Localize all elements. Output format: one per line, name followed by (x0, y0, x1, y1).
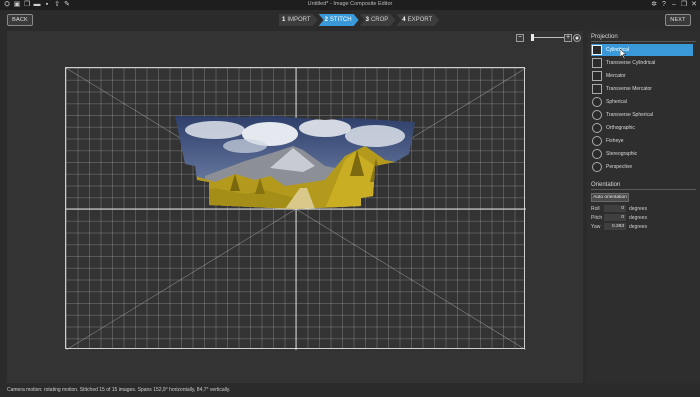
projection-label: Stereographic (606, 151, 638, 157)
fisheye-icon (592, 136, 602, 146)
step-number: 4 (402, 17, 406, 23)
projection-label: Mercator (606, 73, 626, 79)
perspective-icon (592, 162, 602, 172)
divider (591, 189, 696, 190)
roll-unit: degrees (629, 206, 648, 212)
zoom-slider-thumb[interactable] (531, 34, 534, 41)
roll-input[interactable]: 0 (604, 205, 626, 212)
projection-label: Spherical (606, 99, 627, 105)
roll-label: Roll (591, 206, 600, 212)
step-crop[interactable]: 3 CROP (360, 14, 396, 26)
projection-fisheye[interactable]: Fisheye (591, 135, 693, 147)
help-icon[interactable]: ? (660, 1, 668, 9)
projection-perspective[interactable]: Perspective (591, 161, 693, 173)
stitch-canvas[interactable]: − + (7, 31, 583, 383)
step-bar: BACK 1 IMPORT 2 STITCH 3 CROP 4 EXPORT NEXT (0, 10, 700, 31)
projection-label: Orthographic (606, 125, 635, 131)
panorama-preview[interactable] (175, 116, 423, 209)
pitch-input[interactable]: 0 (604, 214, 626, 221)
cylindrical-icon (592, 45, 602, 55)
transverse-cylindrical-icon (592, 58, 602, 68)
close-icon[interactable]: ✕ (690, 1, 698, 9)
projection-transverse-mercator[interactable]: Transverse Mercator (591, 83, 693, 95)
side-panel: Projection Cylindrical Transverse Cylind… (587, 31, 700, 383)
projection-orthographic[interactable]: Orthographic (591, 122, 693, 134)
restore-icon[interactable]: ❐ (680, 1, 688, 9)
projection-section-title: Projection (591, 34, 618, 40)
zoom-in-button[interactable]: + (564, 34, 572, 42)
spherical-icon (592, 97, 602, 107)
projection-cylindrical[interactable]: Cylindrical (591, 44, 693, 56)
divider (591, 41, 696, 42)
projection-label: Transverse Mercator (606, 86, 652, 92)
step-number: 1 (282, 17, 286, 23)
step-label: CROP (370, 17, 389, 23)
yaw-row: Yaw 0.283 degrees (591, 223, 697, 231)
roll-row: Roll 0 degrees (591, 205, 697, 213)
orthographic-icon (592, 123, 602, 133)
yaw-label: Yaw (591, 224, 601, 230)
pitch-row: Pitch 0 degrees (591, 214, 697, 222)
projection-transverse-spherical[interactable]: Transverse Spherical (591, 109, 693, 121)
projection-stereographic[interactable]: Stereographic (591, 148, 693, 160)
auto-orientation-button[interactable]: Auto orientation (591, 193, 629, 202)
projection-label: Transverse Spherical (606, 112, 654, 118)
yaw-unit: degrees (629, 224, 648, 230)
transverse-mercator-icon (592, 84, 602, 94)
transverse-spherical-icon (592, 110, 602, 120)
status-text: Camera motion: rotating motion. Stitched… (7, 387, 231, 393)
workflow-steps: 1 IMPORT 2 STITCH 3 CROP 4 EXPORT (279, 14, 440, 26)
step-number: 2 (324, 17, 328, 23)
projection-mercator[interactable]: Mercator (591, 70, 693, 82)
step-label: STITCH (329, 17, 352, 23)
projection-label: Perspective (606, 164, 633, 170)
minimize-icon[interactable]: – (670, 1, 678, 9)
step-label: EXPORT (407, 17, 433, 23)
stereographic-icon (592, 149, 602, 159)
step-stitch[interactable]: 2 STITCH (319, 14, 359, 26)
projection-label: Fisheye (606, 138, 624, 144)
orientation-section-title: Orientation (591, 182, 621, 188)
settings-icon[interactable]: ✲ (650, 1, 658, 9)
next-button[interactable]: NEXT (665, 14, 691, 26)
status-bar: Camera motion: rotating motion. Stitched… (0, 385, 700, 397)
grid-guides (66, 68, 526, 350)
projection-label: Transverse Cylindrical (606, 60, 656, 66)
back-button[interactable]: BACK (7, 14, 33, 26)
zoom-slider[interactable] (534, 37, 566, 38)
pitch-unit: degrees (629, 215, 648, 221)
step-import[interactable]: 1 IMPORT (279, 14, 318, 26)
step-export[interactable]: 4 EXPORT (396, 14, 439, 26)
mercator-icon (592, 71, 602, 81)
projection-spherical[interactable]: Spherical (591, 96, 693, 108)
title-bar: ⛭ ▣ ❐ ▬ ▪ ⇧ ✎ Untitled* - Image Composit… (0, 0, 700, 10)
projection-transverse-cylindrical[interactable]: Transverse Cylindrical (591, 57, 693, 69)
yaw-input[interactable]: 0.283 (604, 223, 626, 230)
zoom-out-button[interactable]: − (516, 34, 524, 42)
mouse-cursor-icon (620, 49, 627, 59)
fit-icon[interactable] (573, 34, 581, 42)
step-number: 3 (365, 17, 369, 23)
pitch-label: Pitch (591, 215, 603, 221)
step-label: IMPORT (287, 17, 311, 23)
window-title: Untitled* - Image Composite Editor (307, 1, 393, 7)
